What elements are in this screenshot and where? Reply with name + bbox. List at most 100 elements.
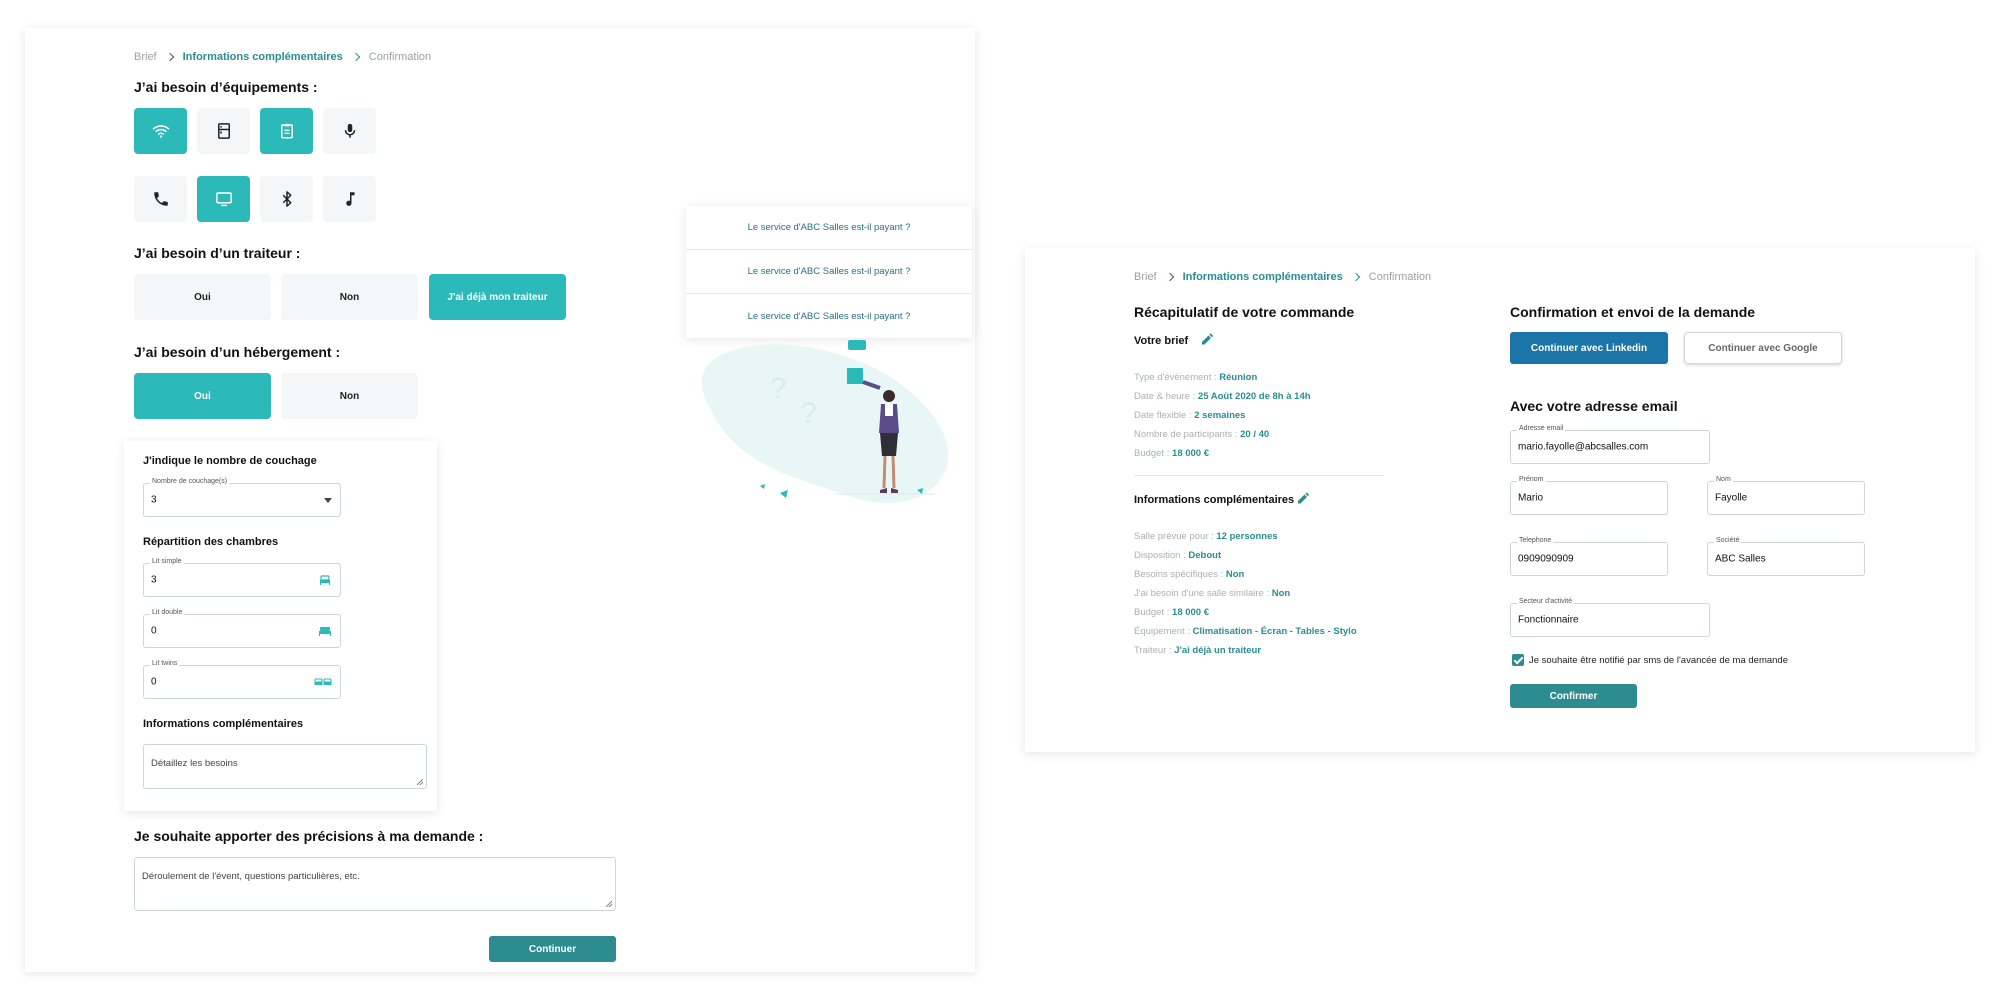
confirm-button[interactable]: Confirmer: [1510, 684, 1637, 708]
precisions-textarea[interactable]: Déroulement de l'évent, questions partic…: [134, 857, 616, 911]
brief-line: Date & heure : 25 Août 2020 de 8h à 14h: [1134, 391, 1311, 402]
email-value: mario.fayolle@abcsalles.com: [1518, 441, 1649, 453]
info-line: Traiteur : J'ai déjà un traiteur: [1134, 645, 1262, 656]
equipment-title: J’ai besoin d’équipements :: [134, 79, 318, 95]
secteur-field[interactable]: Secteur d'activité Fonctionnaire: [1510, 598, 1710, 637]
traiteur-title: J’ai besoin d’un traiteur :: [134, 245, 301, 261]
societe-field[interactable]: Société ABC Salles: [1707, 537, 1865, 576]
chevron-right-icon: [1351, 272, 1361, 282]
couchage-infos-textarea[interactable]: Détaillez les besoins: [143, 744, 427, 789]
hebergement-oui-button[interactable]: Oui: [134, 373, 271, 419]
precisions-placeholder: Déroulement de l'évent, questions partic…: [142, 871, 360, 882]
linkedin-button[interactable]: Continuer avec Linkedin: [1510, 332, 1668, 364]
societe-label: Société: [1714, 537, 1742, 544]
resize-grip-icon: [606, 901, 612, 907]
nom-label: Nom: [1714, 476, 1733, 483]
prenom-field[interactable]: Prénom Mario: [1510, 476, 1668, 515]
hebergement-non-button[interactable]: Non: [281, 373, 418, 419]
lit-simple-input[interactable]: Lit simple 3: [143, 558, 341, 597]
chevron-right-icon: [351, 52, 361, 62]
phone-icon: [153, 192, 168, 206]
caret-down-icon: [324, 498, 332, 503]
google-button[interactable]: Continuer avec Google: [1684, 332, 1842, 364]
breadcrumb-infos[interactable]: Informations complémentaires: [183, 51, 343, 63]
equipment-phone-button[interactable]: [134, 176, 187, 222]
breadcrumb-confirmation[interactable]: Confirmation: [369, 51, 431, 63]
twin-beds-icon: [314, 678, 332, 685]
faq-item[interactable]: Le service d'ABC Salles est-il payant ?: [686, 206, 972, 250]
lit-twins-input[interactable]: Lit twins 0: [143, 660, 341, 699]
couchage-select-label: Nombre de couchage(s): [150, 478, 230, 485]
sms-label: Je souhaite être notifié par sms de l'av…: [1529, 655, 1788, 666]
equipment-fridge-button[interactable]: [197, 108, 250, 154]
confirm-title: Confirmation et envoi de la demande: [1510, 304, 1756, 320]
info-line: Disposition : Debout: [1134, 550, 1222, 561]
confirmation-panel: Brief Informations complémentaires Confi…: [1025, 248, 1975, 752]
email-title: Avec votre adresse email: [1510, 398, 1678, 414]
breadcrumb-infos[interactable]: Informations complémentaires: [1183, 271, 1343, 283]
lit-simple-label: Lit simple: [150, 558, 184, 565]
prenom-label: Prénom: [1517, 476, 1546, 483]
couchage-select[interactable]: Nombre de couchage(s) 3: [143, 478, 341, 517]
sms-checkbox[interactable]: [1512, 654, 1524, 666]
lit-double-input[interactable]: Lit double 0: [143, 609, 341, 648]
repartition-title: Répartition des chambres: [143, 536, 279, 548]
brief-line: Budget : 18 000 €: [1134, 448, 1210, 459]
precisions-title: Je souhaite apporter des précisions à ma…: [134, 828, 484, 844]
edit-pencil-icon[interactable]: [1297, 492, 1309, 504]
breadcrumb-confirmation[interactable]: Confirmation: [1369, 271, 1431, 283]
chevron-right-icon: [1165, 272, 1174, 282]
info-line: J'ai besoin d'une salle similaire : Non: [1134, 588, 1291, 599]
email-field[interactable]: Adresse email mario.fayolle@abcsalles.co…: [1510, 425, 1710, 464]
microphone-icon: [344, 123, 355, 138]
infos-title: Informations complémentaires: [1134, 494, 1295, 506]
lit-simple-value: 3: [151, 574, 157, 586]
secteur-value: Fonctionnaire: [1518, 614, 1579, 626]
couchage-infos-placeholder: Détaillez les besoins: [151, 758, 238, 769]
divider: [1134, 475, 1384, 476]
info-line: Budget : 18 000 €: [1134, 607, 1210, 618]
info-line: Équipement : Climatisation - Écran - Tab…: [1134, 626, 1357, 637]
breadcrumb-brief[interactable]: Brief: [134, 51, 157, 63]
equipment-wifi-button[interactable]: [134, 108, 187, 154]
svg-text:?: ?: [770, 372, 787, 405]
nom-field[interactable]: Nom Fayolle: [1707, 476, 1865, 515]
telephone-label: Telephone: [1517, 537, 1554, 544]
info-line: Salle prévue pour : 12 personnes: [1134, 531, 1278, 542]
hebergement-title: J’ai besoin d’un hébergement :: [134, 344, 341, 360]
traiteur-oui-button[interactable]: Oui: [134, 274, 271, 320]
resize-grip-icon: [417, 779, 423, 785]
lit-double-value: 0: [151, 625, 157, 637]
edit-pencil-icon[interactable]: [1201, 333, 1213, 345]
equipment-microphone-button[interactable]: [323, 108, 376, 154]
lit-double-label: Lit double: [150, 609, 185, 616]
brief-title: Votre brief: [1134, 335, 1189, 347]
telephone-field[interactable]: Telephone 0909090909: [1510, 537, 1668, 576]
traiteur-deja-button[interactable]: J'ai déjà mon traiteur: [429, 274, 566, 320]
traiteur-non-button[interactable]: Non: [281, 274, 418, 320]
equipment-clipboard-button[interactable]: [260, 108, 313, 154]
equipment-monitor-button[interactable]: [197, 176, 250, 222]
faq-card: Le service d'ABC Salles est-il payant ? …: [686, 206, 972, 338]
single-bed-icon: [319, 575, 331, 585]
continue-button[interactable]: Continuer: [489, 936, 616, 962]
faq-item[interactable]: Le service d'ABC Salles est-il payant ?: [686, 250, 972, 294]
question-illustration: ? ?: [701, 340, 948, 504]
email-label: Adresse email: [1517, 425, 1566, 432]
couchage-infos-title: Informations complémentaires: [143, 718, 304, 730]
breadcrumb: Brief Informations complémentaires Confi…: [1134, 271, 1431, 283]
equipment-bluetooth-button[interactable]: [260, 176, 313, 222]
bluetooth-icon: [282, 191, 291, 207]
societe-value: ABC Salles: [1715, 553, 1766, 565]
fridge-icon: [217, 123, 230, 139]
breadcrumb-brief[interactable]: Brief: [1134, 271, 1157, 283]
couchage-card: J'indique le nombre de couchage Nombre d…: [124, 441, 437, 811]
chevron-right-icon: [165, 52, 174, 62]
faq-item[interactable]: Le service d'ABC Salles est-il payant ?: [686, 294, 972, 338]
lit-twins-label: Lit twins: [150, 660, 180, 667]
monitor-icon: [215, 192, 232, 207]
svg-text:?: ?: [800, 397, 817, 430]
nom-value: Fayolle: [1715, 492, 1748, 504]
equipment-music-button[interactable]: [323, 176, 376, 222]
equipment-form-panel: Brief Informations complémentaires Confi…: [25, 28, 975, 972]
